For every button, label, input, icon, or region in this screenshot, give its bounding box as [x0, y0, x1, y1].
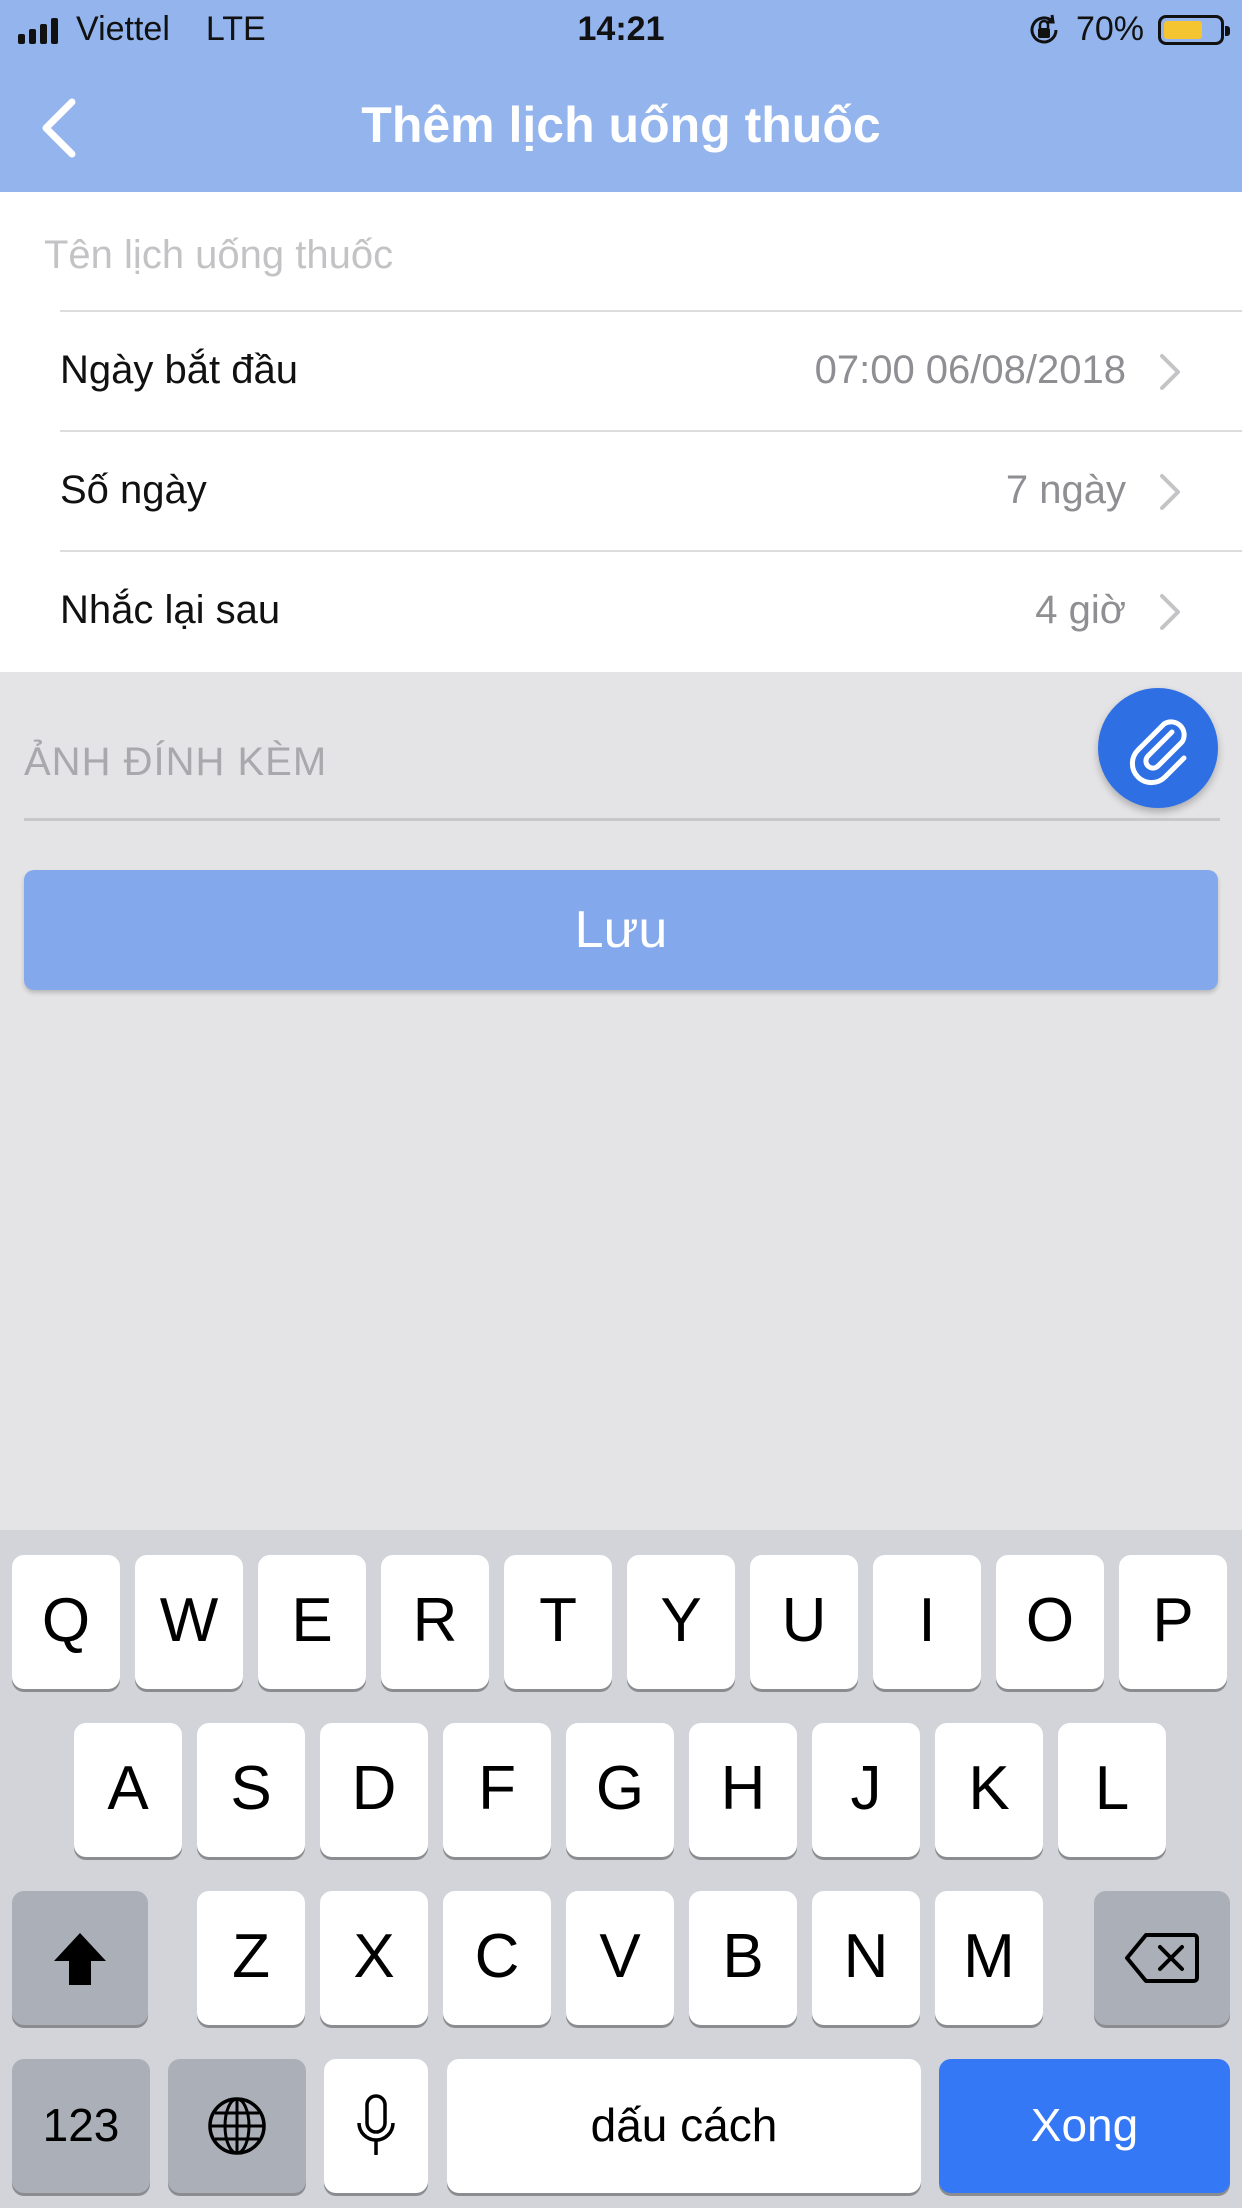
key-i[interactable]: I: [873, 1555, 981, 1689]
key-a[interactable]: A: [74, 1723, 182, 1857]
chevron-right-icon: [1160, 474, 1180, 510]
attachment-divider: [24, 818, 1220, 821]
battery-icon: [1158, 14, 1230, 45]
key-e[interactable]: E: [258, 1555, 366, 1689]
key-z[interactable]: Z: [197, 1891, 305, 2025]
attach-image-button[interactable]: [1098, 688, 1218, 808]
globe-icon: [208, 2097, 266, 2155]
key-j[interactable]: J: [812, 1723, 920, 1857]
status-bar: Viettel LTE 14:21 70%: [0, 0, 1242, 64]
key-n[interactable]: N: [812, 1891, 920, 2025]
key-x[interactable]: X: [320, 1891, 428, 2025]
globe-key[interactable]: [168, 2059, 306, 2193]
navigation-bar: Viettel LTE 14:21 70% Thêm lịch uống thu…: [0, 0, 1242, 192]
microphone-icon: [357, 2094, 395, 2155]
key-g[interactable]: G: [566, 1723, 674, 1857]
start-date-label: Ngày bắt đầu: [60, 348, 298, 392]
paperclip-icon: [1129, 719, 1187, 786]
days-count-row[interactable]: Số ngày 7 ngày: [60, 430, 1242, 550]
space-key[interactable]: dấu cách: [447, 2059, 921, 2193]
key-m[interactable]: M: [935, 1891, 1043, 2025]
key-d[interactable]: D: [320, 1723, 428, 1857]
key-t[interactable]: T: [504, 1555, 612, 1689]
shift-key[interactable]: [12, 1891, 148, 2025]
chevron-right-icon: [1160, 594, 1180, 630]
key-r[interactable]: R: [381, 1555, 489, 1689]
save-button[interactable]: Lưu: [24, 870, 1218, 990]
numbers-key[interactable]: 123: [12, 2059, 150, 2193]
repeat-interval-label: Nhắc lại sau: [60, 588, 281, 632]
status-right: 70%: [1026, 10, 1230, 49]
key-p[interactable]: P: [1119, 1555, 1227, 1689]
key-v[interactable]: V: [566, 1891, 674, 2025]
key-s[interactable]: S: [197, 1723, 305, 1857]
start-date-row[interactable]: Ngày bắt đầu 07:00 06/08/2018: [60, 310, 1242, 430]
days-count-value: 7 ngày: [1005, 468, 1126, 512]
dictation-key[interactable]: [324, 2059, 428, 2193]
shift-arrow-icon: [54, 1933, 106, 1985]
repeat-interval-value: 4 giờ: [1035, 588, 1126, 632]
keyboard: Q W E R T Y U I O P A S D F G H J K L Z …: [0, 1530, 1242, 2208]
key-w[interactable]: W: [135, 1555, 243, 1689]
days-count-label: Số ngày: [60, 468, 207, 512]
rotation-lock-icon: [1030, 14, 1058, 43]
key-y[interactable]: Y: [627, 1555, 735, 1689]
key-k[interactable]: K: [935, 1723, 1043, 1857]
key-u[interactable]: U: [750, 1555, 858, 1689]
chevron-right-icon: [1160, 354, 1180, 390]
start-date-value: 07:00 06/08/2018: [814, 348, 1126, 392]
key-q[interactable]: Q: [12, 1555, 120, 1689]
key-f[interactable]: F: [443, 1723, 551, 1857]
battery-fill: [1164, 20, 1202, 39]
schedule-name-input[interactable]: [42, 224, 1196, 286]
page-title: Thêm lịch uống thuốc: [361, 97, 881, 153]
attachment-label: ẢNH ĐÍNH KÈM: [24, 740, 328, 784]
backspace-icon: [1125, 1933, 1199, 1983]
key-l[interactable]: L: [1058, 1723, 1166, 1857]
done-key[interactable]: Xong: [939, 2059, 1230, 2193]
schedule-form: Ngày bắt đầu 07:00 06/08/2018 Số ngày 7 …: [0, 192, 1242, 672]
battery-percent: 70%: [1075, 10, 1144, 48]
key-h[interactable]: H: [689, 1723, 797, 1857]
backspace-key[interactable]: [1094, 1891, 1230, 2025]
key-b[interactable]: B: [689, 1891, 797, 2025]
key-c[interactable]: C: [443, 1891, 551, 2025]
key-o[interactable]: O: [996, 1555, 1104, 1689]
repeat-interval-row[interactable]: Nhắc lại sau 4 giờ: [60, 550, 1242, 670]
